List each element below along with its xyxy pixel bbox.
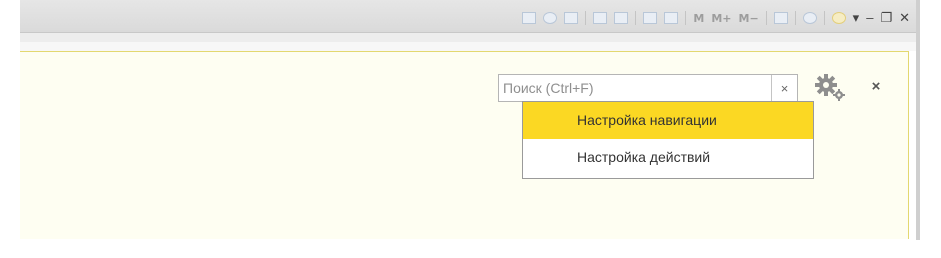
menu-item-navigation-settings[interactable]: Настройка навигации (523, 102, 813, 139)
calendar-icon[interactable] (643, 12, 658, 24)
gear-icon (815, 74, 845, 101)
memory-m-minus-button[interactable]: M− (739, 12, 759, 25)
toolbar-separator (585, 11, 587, 25)
settings-button[interactable] (812, 72, 848, 102)
panel-gap (20, 42, 916, 51)
bookmark-icon[interactable] (614, 12, 629, 24)
window-titlebar: M M+ M− ▾ – ❐ ✕ (20, 0, 916, 33)
print-icon[interactable] (543, 12, 558, 24)
menu-item-label: Настройка действий (577, 149, 711, 165)
menu-chevron-icon[interactable]: ▾ (853, 11, 860, 25)
memory-m-button[interactable]: M (693, 12, 704, 25)
menu-item-label: Настройка навигации (577, 112, 717, 128)
search-clear-button[interactable]: × (771, 75, 797, 101)
link-icon[interactable] (593, 12, 608, 24)
toolbar-separator (685, 11, 687, 25)
toolbar-separator (823, 11, 825, 25)
toolbar-separator (635, 11, 637, 25)
info-icon[interactable] (831, 12, 846, 24)
subtitle-bar (20, 33, 916, 42)
toolbar-separator (794, 11, 796, 25)
panel-close-button[interactable]: × (868, 79, 884, 95)
menu-item-actions-settings[interactable]: Настройка действий (523, 139, 813, 176)
search-input[interactable] (499, 75, 771, 101)
calculator-icon[interactable] (664, 12, 679, 24)
help-icon[interactable] (802, 12, 817, 24)
panel-icon[interactable] (773, 12, 788, 24)
toolbar-separator (765, 11, 767, 25)
close-icon: × (871, 78, 881, 95)
save-icon[interactable] (522, 12, 537, 24)
clear-icon: × (780, 80, 789, 96)
preview-icon[interactable] (564, 12, 579, 24)
settings-dropdown-menu: Настройка навигации Настройка действий (522, 101, 814, 179)
search-box: × (498, 74, 798, 102)
memory-m-plus-button[interactable]: M+ (711, 12, 731, 25)
minimize-icon[interactable]: – (866, 11, 873, 25)
titlebar-toolbar: M M+ M− ▾ – ❐ ✕ (522, 8, 910, 28)
close-icon[interactable]: ✕ (899, 11, 910, 25)
window-border (916, 0, 920, 240)
restore-icon[interactable]: ❐ (880, 11, 892, 25)
